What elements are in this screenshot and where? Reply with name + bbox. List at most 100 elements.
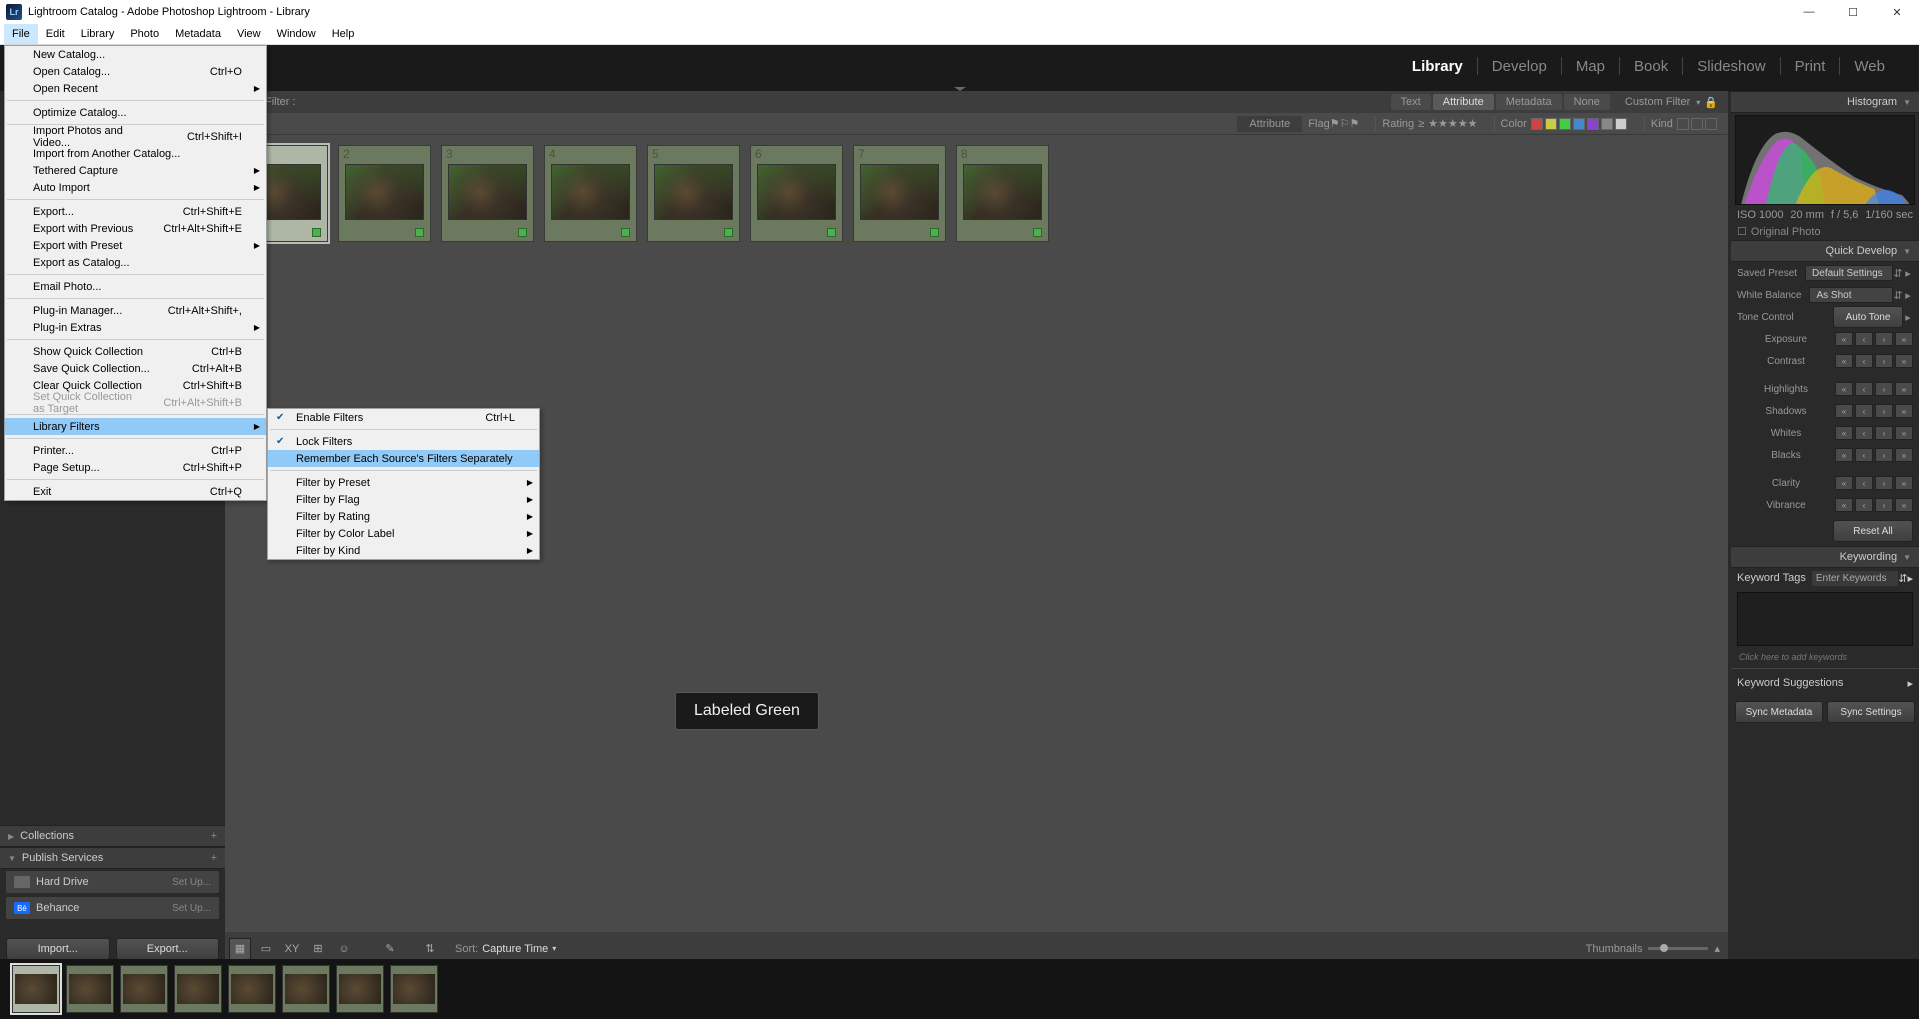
thumbnail-cell[interactable]: 7 (853, 145, 946, 242)
keyword-box[interactable] (1737, 592, 1913, 646)
menu-item[interactable]: Filter by Rating ▶ (268, 508, 539, 525)
histogram[interactable] (1735, 115, 1915, 205)
thumbnail-cell[interactable]: 4 (544, 145, 637, 242)
close-button[interactable]: ✕ (1875, 0, 1919, 24)
module-slideshow[interactable]: Slideshow (1683, 58, 1779, 75)
filmstrip[interactable] (0, 959, 1919, 1019)
inc-button[interactable]: › (1875, 382, 1893, 396)
module-map[interactable]: Map (1562, 58, 1619, 75)
menu-item[interactable]: Plug-in Manager... Ctrl+Alt+Shift+, (5, 302, 266, 319)
lock-icon[interactable]: 🔒 (1704, 96, 1718, 109)
people-mode-button[interactable]: ☺ (333, 938, 355, 960)
grid-mode-button[interactable]: ▦ (229, 938, 251, 960)
menu-item[interactable]: Page Setup... Ctrl+Shift+P (5, 459, 266, 476)
publish-service-behance[interactable]: Bē Behance Set Up... (6, 897, 219, 919)
menu-item[interactable]: New Catalog... (5, 46, 266, 63)
reset-all-button[interactable]: Reset All (1833, 520, 1913, 542)
filter-attribute[interactable]: Attribute (1433, 94, 1494, 110)
color-red[interactable] (1531, 118, 1543, 130)
menu-item[interactable]: Show Quick Collection Ctrl+B (5, 343, 266, 360)
dec-large-button[interactable]: « (1835, 426, 1853, 440)
menu-item[interactable]: Save Quick Collection... Ctrl+Alt+B (5, 360, 266, 377)
keywording-header[interactable]: Keywording▼ (1731, 546, 1919, 568)
custom-filter-dropdown[interactable]: Custom Filter (1625, 96, 1690, 108)
original-photo-toggle[interactable]: ☐Original Photo (1731, 223, 1919, 240)
loupe-mode-button[interactable]: ▭ (255, 938, 277, 960)
menu-help[interactable]: Help (324, 24, 363, 44)
flag-unflag-icon[interactable]: ⚐ (1340, 117, 1350, 130)
filter-none[interactable]: None (1564, 94, 1610, 110)
menu-edit[interactable]: Edit (38, 24, 73, 44)
menu-item[interactable]: Filter by Color Label ▶ (268, 525, 539, 542)
dec-large-button[interactable]: « (1835, 448, 1853, 462)
kind-video[interactable] (1705, 118, 1717, 130)
module-develop[interactable]: Develop (1478, 58, 1561, 75)
dec-button[interactable]: ‹ (1855, 498, 1873, 512)
menu-photo[interactable]: Photo (122, 24, 167, 44)
color-other[interactable] (1615, 118, 1627, 130)
menu-item[interactable]: Filter by Kind ▶ (268, 542, 539, 559)
menu-item[interactable]: Printer... Ctrl+P (5, 442, 266, 459)
keyword-hint[interactable]: Click here to add keywords (1731, 650, 1919, 664)
export-button[interactable]: Export... (116, 938, 220, 960)
menu-item[interactable]: ✔ Lock Filters (268, 433, 539, 450)
menu-item[interactable]: Open Catalog... Ctrl+O (5, 63, 266, 80)
sort-dir-button[interactable]: ⇅ (419, 938, 441, 960)
menu-item[interactable]: Import from Another Catalog... (5, 145, 266, 162)
flag-pick-icon[interactable]: ⚑ (1330, 117, 1340, 130)
menu-item[interactable]: Export with Preset ▶ (5, 237, 266, 254)
color-yellow[interactable] (1545, 118, 1557, 130)
menu-item[interactable]: Auto Import ▶ (5, 179, 266, 196)
collections-header[interactable]: ▶ Collections + (0, 825, 225, 847)
dec-large-button[interactable]: « (1835, 332, 1853, 346)
filter-text[interactable]: Text (1391, 94, 1431, 110)
dec-button[interactable]: ‹ (1855, 382, 1873, 396)
filmstrip-cell[interactable] (390, 965, 438, 1013)
filmstrip-cell[interactable] (120, 965, 168, 1013)
add-icon[interactable]: + (211, 830, 217, 842)
color-blue[interactable] (1573, 118, 1585, 130)
star-icon[interactable]: ★ (1468, 117, 1478, 130)
histogram-header[interactable]: Histogram▼ (1731, 91, 1919, 113)
dec-large-button[interactable]: « (1835, 354, 1853, 368)
minimize-button[interactable]: — (1787, 0, 1831, 24)
filmstrip-cell[interactable] (336, 965, 384, 1013)
module-print[interactable]: Print (1781, 58, 1840, 75)
inc-large-button[interactable]: » (1895, 448, 1913, 462)
survey-mode-button[interactable]: ⊞ (307, 938, 329, 960)
thumbnail-cell[interactable]: 3 (441, 145, 534, 242)
dec-large-button[interactable]: « (1835, 382, 1853, 396)
inc-button[interactable]: › (1875, 354, 1893, 368)
setup-link[interactable]: Set Up... (172, 903, 211, 914)
color-green[interactable] (1559, 118, 1571, 130)
inc-button[interactable]: › (1875, 404, 1893, 418)
compare-mode-button[interactable]: XY (281, 938, 303, 960)
painter-button[interactable]: ✎ (379, 938, 401, 960)
menu-file[interactable]: File (4, 24, 38, 44)
menu-item[interactable]: Export with Previous Ctrl+Alt+Shift+E (5, 220, 266, 237)
whitebalance-dropdown[interactable]: As Shot (1809, 287, 1893, 303)
inc-button[interactable]: › (1875, 332, 1893, 346)
menu-item[interactable]: Export... Ctrl+Shift+E (5, 203, 266, 220)
filmstrip-cell[interactable] (66, 965, 114, 1013)
filmstrip-cell[interactable] (12, 965, 60, 1013)
inc-large-button[interactable]: » (1895, 404, 1913, 418)
maximize-button[interactable]: ☐ (1831, 0, 1875, 24)
menu-item[interactable]: Open Recent ▶ (5, 80, 266, 97)
kind-master[interactable] (1677, 118, 1689, 130)
filter-metadata[interactable]: Metadata (1496, 94, 1562, 110)
inc-large-button[interactable]: » (1895, 426, 1913, 440)
menu-window[interactable]: Window (269, 24, 324, 44)
saved-preset-dropdown[interactable]: Default Settings (1805, 265, 1893, 281)
thumbnail-cell[interactable]: 5 (647, 145, 740, 242)
dec-large-button[interactable]: « (1835, 404, 1853, 418)
inc-button[interactable]: › (1875, 448, 1893, 462)
publish-header[interactable]: ▼ Publish Services + (0, 847, 225, 869)
publish-service-harddrive[interactable]: Hard Drive Set Up... (6, 871, 219, 893)
inc-button[interactable]: › (1875, 498, 1893, 512)
menu-view[interactable]: View (229, 24, 269, 44)
menu-metadata[interactable]: Metadata (167, 24, 229, 44)
dec-button[interactable]: ‹ (1855, 426, 1873, 440)
dec-large-button[interactable]: « (1835, 498, 1853, 512)
sort-value[interactable]: Capture Time (482, 943, 548, 955)
